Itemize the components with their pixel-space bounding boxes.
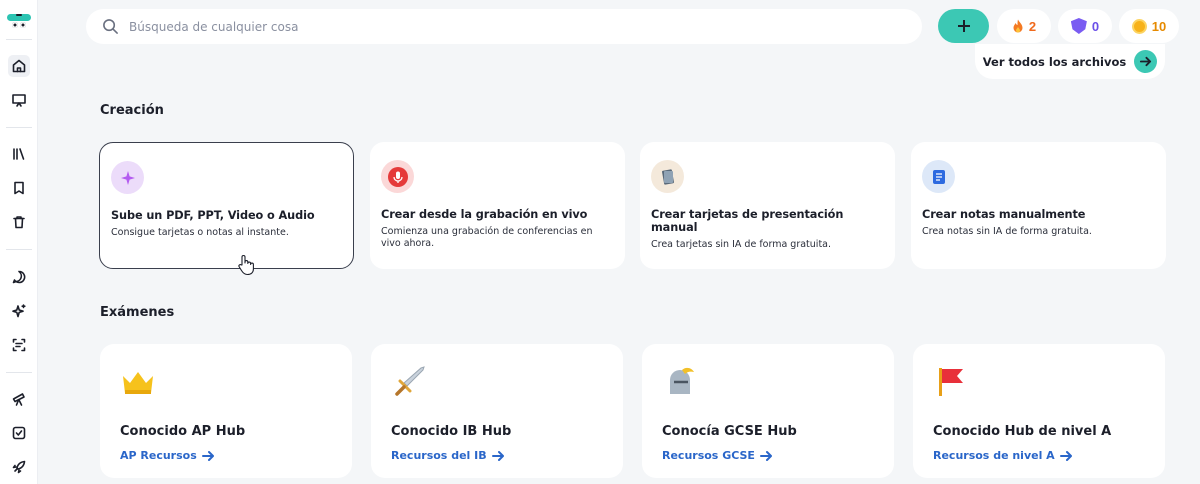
streak-count: 2 — [1028, 18, 1037, 34]
notes-icon — [922, 160, 955, 193]
coins-count: 10 — [1151, 18, 1167, 34]
card-subtitle: Crea notas sin IA de forma gratuita. — [922, 226, 1092, 237]
presentation-icon[interactable] — [8, 89, 30, 111]
gcse-hub-card[interactable]: Conocía GCSE Hub Recursos GCSE — [642, 344, 894, 478]
ap-resources-link[interactable]: AP Recursos — [120, 449, 332, 462]
search-icon — [103, 19, 118, 34]
rocket-icon[interactable] — [8, 456, 30, 478]
search-bar[interactable] — [86, 9, 922, 44]
red-flag-icon — [939, 368, 963, 396]
gcse-resources-link[interactable]: Recursos GCSE — [662, 449, 874, 462]
sword-icon — [395, 366, 425, 396]
card-title: Sube un PDF, PPT, Video o Audio — [111, 209, 315, 222]
card-title: Conocía GCSE Hub — [662, 424, 797, 439]
live-recording-card[interactable]: Crear desde la grabación en vivo Comienz… — [370, 142, 625, 269]
sparkles-icon[interactable] — [8, 300, 30, 322]
plus-icon — [957, 20, 970, 32]
level-badge[interactable]: 0 — [1058, 9, 1112, 43]
coin-icon — [1131, 18, 1147, 34]
link-label: Recursos del IB — [391, 449, 487, 462]
bookmark-icon[interactable] — [8, 177, 30, 199]
telescope-icon[interactable] — [8, 388, 30, 410]
knight-helmet-icon — [670, 367, 694, 394]
card-title: Conocido AP Hub — [120, 424, 246, 439]
ap-hub-card[interactable]: Conocido AP Hub AP Recursos — [100, 344, 352, 478]
microphone-icon — [381, 160, 414, 193]
card-subtitle: Comienza una grabación de conferencias e… — [381, 226, 593, 249]
level-shield-icon — [1070, 18, 1087, 34]
manual-notes-card[interactable]: Crear notas manualmente Crea notas sin I… — [911, 142, 1166, 269]
card-title: Conocido IB Hub — [391, 424, 512, 439]
arrow-right-icon — [201, 450, 214, 461]
arrow-right-icon — [1059, 450, 1072, 461]
search-input[interactable] — [129, 19, 729, 34]
coins-badge[interactable]: 10 — [1119, 9, 1179, 43]
link-label: Recursos GCSE — [662, 449, 755, 462]
trash-icon[interactable] — [8, 211, 30, 233]
crown-icon — [123, 372, 153, 394]
exams-heading: Exámenes — [100, 305, 175, 320]
link-label: AP Recursos — [120, 449, 197, 462]
card-title: Crear notas manualmente — [922, 208, 1086, 221]
card-title: Crear tarjetas de presentación manual — [651, 208, 844, 234]
card-subtitle: Crea tarjetas sin IA de forma gratuita. — [651, 239, 832, 250]
view-all-files-button[interactable]: Ver todos los archivos — [975, 44, 1165, 79]
checkbox-icon[interactable] — [8, 422, 30, 444]
upload-file-card[interactable]: Sube un PDF, PPT, Video o Audio Consigue… — [99, 142, 354, 269]
link-label: Recursos de nivel A — [933, 449, 1055, 462]
sparkle-icon — [111, 161, 144, 194]
add-button[interactable] — [938, 9, 989, 43]
a-level-hub-card[interactable]: Conocido Hub de nivel A Recursos de nive… — [913, 344, 1165, 478]
flame-icon — [1013, 19, 1023, 32]
chat-icon[interactable] — [8, 266, 30, 288]
home-icon[interactable] — [7, 55, 30, 78]
view-all-files-label: Ver todos los archivos — [982, 54, 1127, 69]
card-title: Crear desde la grabación en vivo — [381, 208, 588, 221]
app-logo[interactable] — [6, 13, 31, 28]
level-count: 0 — [1091, 18, 1100, 34]
hand-pointer-cursor-icon — [238, 255, 254, 276]
card-subtitle: Consigue tarjetas o notas al instante. — [111, 227, 289, 238]
flashcards-icon — [651, 160, 684, 193]
manual-flashcards-card[interactable]: Crear tarjetas de presentación manual Cr… — [640, 142, 895, 269]
card-title: Conocido Hub de nivel A — [933, 424, 1112, 439]
creation-heading: Creación — [100, 103, 164, 118]
sidebar — [0, 0, 38, 484]
library-icon[interactable] — [8, 143, 30, 165]
scan-text-icon[interactable] — [8, 334, 30, 356]
streak-badge[interactable]: 2 — [997, 9, 1051, 43]
arrow-right-icon — [1134, 50, 1158, 73]
arrow-right-icon — [759, 450, 772, 461]
arrow-right-icon — [491, 450, 504, 461]
ib-resources-link[interactable]: Recursos del IB — [391, 449, 603, 462]
a-level-resources-link[interactable]: Recursos de nivel A — [933, 449, 1145, 462]
ib-hub-card[interactable]: Conocido IB Hub Recursos del IB — [371, 344, 623, 478]
